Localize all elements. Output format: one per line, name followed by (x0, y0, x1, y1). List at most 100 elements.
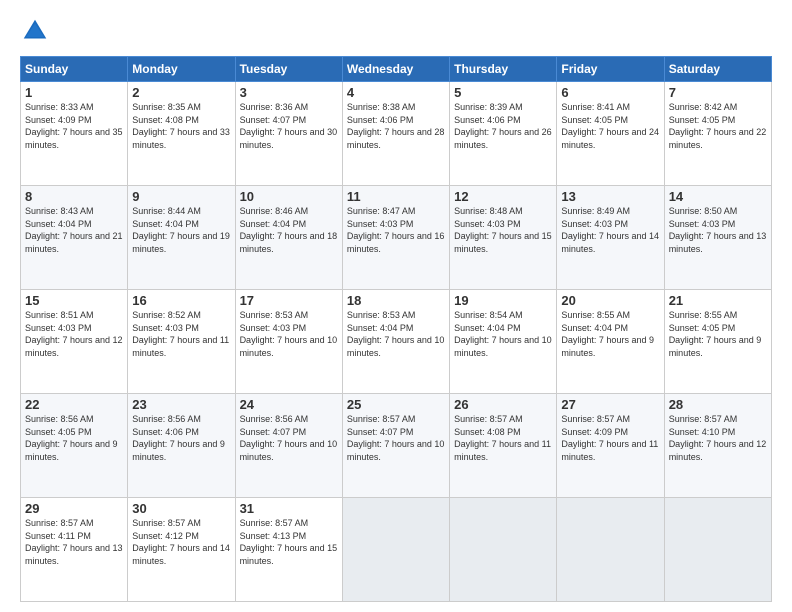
calendar-cell: 4 Sunrise: 8:38 AM Sunset: 4:06 PM Dayli… (342, 82, 449, 186)
calendar-week-3: 15 Sunrise: 8:51 AM Sunset: 4:03 PM Dayl… (21, 290, 772, 394)
day-number: 26 (454, 397, 552, 412)
weekday-header-sunday: Sunday (21, 57, 128, 82)
calendar-cell: 18 Sunrise: 8:53 AM Sunset: 4:04 PM Dayl… (342, 290, 449, 394)
calendar-cell: 9 Sunrise: 8:44 AM Sunset: 4:04 PM Dayli… (128, 186, 235, 290)
day-number: 25 (347, 397, 445, 412)
day-number: 11 (347, 189, 445, 204)
day-info: Sunrise: 8:46 AM Sunset: 4:04 PM Dayligh… (240, 205, 338, 255)
day-number: 24 (240, 397, 338, 412)
day-number: 29 (25, 501, 123, 516)
day-number: 12 (454, 189, 552, 204)
calendar-cell: 3 Sunrise: 8:36 AM Sunset: 4:07 PM Dayli… (235, 82, 342, 186)
calendar-cell: 16 Sunrise: 8:52 AM Sunset: 4:03 PM Dayl… (128, 290, 235, 394)
day-info: Sunrise: 8:56 AM Sunset: 4:05 PM Dayligh… (25, 413, 123, 463)
day-info: Sunrise: 8:55 AM Sunset: 4:04 PM Dayligh… (561, 309, 659, 359)
day-number: 1 (25, 85, 123, 100)
calendar-cell: 30 Sunrise: 8:57 AM Sunset: 4:12 PM Dayl… (128, 498, 235, 602)
day-number: 7 (669, 85, 767, 100)
day-number: 2 (132, 85, 230, 100)
calendar-cell: 17 Sunrise: 8:53 AM Sunset: 4:03 PM Dayl… (235, 290, 342, 394)
day-info: Sunrise: 8:39 AM Sunset: 4:06 PM Dayligh… (454, 101, 552, 151)
day-info: Sunrise: 8:41 AM Sunset: 4:05 PM Dayligh… (561, 101, 659, 151)
logo (20, 16, 54, 46)
day-info: Sunrise: 8:55 AM Sunset: 4:05 PM Dayligh… (669, 309, 767, 359)
day-info: Sunrise: 8:49 AM Sunset: 4:03 PM Dayligh… (561, 205, 659, 255)
day-number: 20 (561, 293, 659, 308)
day-number: 8 (25, 189, 123, 204)
day-info: Sunrise: 8:47 AM Sunset: 4:03 PM Dayligh… (347, 205, 445, 255)
day-info: Sunrise: 8:42 AM Sunset: 4:05 PM Dayligh… (669, 101, 767, 151)
day-info: Sunrise: 8:57 AM Sunset: 4:11 PM Dayligh… (25, 517, 123, 567)
calendar-cell: 5 Sunrise: 8:39 AM Sunset: 4:06 PM Dayli… (450, 82, 557, 186)
day-info: Sunrise: 8:57 AM Sunset: 4:07 PM Dayligh… (347, 413, 445, 463)
day-info: Sunrise: 8:50 AM Sunset: 4:03 PM Dayligh… (669, 205, 767, 255)
calendar-cell: 28 Sunrise: 8:57 AM Sunset: 4:10 PM Dayl… (664, 394, 771, 498)
day-info: Sunrise: 8:35 AM Sunset: 4:08 PM Dayligh… (132, 101, 230, 151)
calendar-week-2: 8 Sunrise: 8:43 AM Sunset: 4:04 PM Dayli… (21, 186, 772, 290)
day-info: Sunrise: 8:57 AM Sunset: 4:13 PM Dayligh… (240, 517, 338, 567)
calendar-cell (664, 498, 771, 602)
day-number: 3 (240, 85, 338, 100)
day-number: 14 (669, 189, 767, 204)
calendar-cell: 6 Sunrise: 8:41 AM Sunset: 4:05 PM Dayli… (557, 82, 664, 186)
calendar-week-4: 22 Sunrise: 8:56 AM Sunset: 4:05 PM Dayl… (21, 394, 772, 498)
day-info: Sunrise: 8:36 AM Sunset: 4:07 PM Dayligh… (240, 101, 338, 151)
calendar-cell: 2 Sunrise: 8:35 AM Sunset: 4:08 PM Dayli… (128, 82, 235, 186)
weekday-header-tuesday: Tuesday (235, 57, 342, 82)
calendar-cell: 31 Sunrise: 8:57 AM Sunset: 4:13 PM Dayl… (235, 498, 342, 602)
day-number: 31 (240, 501, 338, 516)
day-info: Sunrise: 8:33 AM Sunset: 4:09 PM Dayligh… (25, 101, 123, 151)
calendar-cell: 19 Sunrise: 8:54 AM Sunset: 4:04 PM Dayl… (450, 290, 557, 394)
calendar-cell: 1 Sunrise: 8:33 AM Sunset: 4:09 PM Dayli… (21, 82, 128, 186)
calendar-cell: 10 Sunrise: 8:46 AM Sunset: 4:04 PM Dayl… (235, 186, 342, 290)
day-number: 18 (347, 293, 445, 308)
calendar-cell (342, 498, 449, 602)
day-number: 21 (669, 293, 767, 308)
day-info: Sunrise: 8:53 AM Sunset: 4:03 PM Dayligh… (240, 309, 338, 359)
day-info: Sunrise: 8:44 AM Sunset: 4:04 PM Dayligh… (132, 205, 230, 255)
page: SundayMondayTuesdayWednesdayThursdayFrid… (0, 0, 792, 612)
calendar-cell: 22 Sunrise: 8:56 AM Sunset: 4:05 PM Dayl… (21, 394, 128, 498)
day-info: Sunrise: 8:57 AM Sunset: 4:09 PM Dayligh… (561, 413, 659, 463)
day-number: 13 (561, 189, 659, 204)
calendar-week-5: 29 Sunrise: 8:57 AM Sunset: 4:11 PM Dayl… (21, 498, 772, 602)
day-info: Sunrise: 8:52 AM Sunset: 4:03 PM Dayligh… (132, 309, 230, 359)
weekday-header-friday: Friday (557, 57, 664, 82)
day-info: Sunrise: 8:43 AM Sunset: 4:04 PM Dayligh… (25, 205, 123, 255)
day-number: 9 (132, 189, 230, 204)
logo-icon (20, 16, 50, 46)
calendar-cell: 25 Sunrise: 8:57 AM Sunset: 4:07 PM Dayl… (342, 394, 449, 498)
day-number: 19 (454, 293, 552, 308)
day-info: Sunrise: 8:48 AM Sunset: 4:03 PM Dayligh… (454, 205, 552, 255)
day-info: Sunrise: 8:57 AM Sunset: 4:08 PM Dayligh… (454, 413, 552, 463)
weekday-header-saturday: Saturday (664, 57, 771, 82)
day-number: 23 (132, 397, 230, 412)
calendar-cell: 26 Sunrise: 8:57 AM Sunset: 4:08 PM Dayl… (450, 394, 557, 498)
day-number: 30 (132, 501, 230, 516)
day-number: 27 (561, 397, 659, 412)
day-info: Sunrise: 8:51 AM Sunset: 4:03 PM Dayligh… (25, 309, 123, 359)
weekday-header-wednesday: Wednesday (342, 57, 449, 82)
day-number: 10 (240, 189, 338, 204)
calendar-week-1: 1 Sunrise: 8:33 AM Sunset: 4:09 PM Dayli… (21, 82, 772, 186)
calendar-cell: 8 Sunrise: 8:43 AM Sunset: 4:04 PM Dayli… (21, 186, 128, 290)
weekday-header-monday: Monday (128, 57, 235, 82)
day-number: 17 (240, 293, 338, 308)
calendar-cell: 15 Sunrise: 8:51 AM Sunset: 4:03 PM Dayl… (21, 290, 128, 394)
calendar-cell: 23 Sunrise: 8:56 AM Sunset: 4:06 PM Dayl… (128, 394, 235, 498)
calendar-cell: 27 Sunrise: 8:57 AM Sunset: 4:09 PM Dayl… (557, 394, 664, 498)
calendar-cell: 20 Sunrise: 8:55 AM Sunset: 4:04 PM Dayl… (557, 290, 664, 394)
calendar-cell: 24 Sunrise: 8:56 AM Sunset: 4:07 PM Dayl… (235, 394, 342, 498)
calendar-cell: 13 Sunrise: 8:49 AM Sunset: 4:03 PM Dayl… (557, 186, 664, 290)
day-info: Sunrise: 8:56 AM Sunset: 4:07 PM Dayligh… (240, 413, 338, 463)
day-number: 22 (25, 397, 123, 412)
day-info: Sunrise: 8:38 AM Sunset: 4:06 PM Dayligh… (347, 101, 445, 151)
calendar-cell: 21 Sunrise: 8:55 AM Sunset: 4:05 PM Dayl… (664, 290, 771, 394)
day-number: 15 (25, 293, 123, 308)
day-number: 16 (132, 293, 230, 308)
day-number: 28 (669, 397, 767, 412)
calendar: SundayMondayTuesdayWednesdayThursdayFrid… (20, 56, 772, 602)
calendar-cell (450, 498, 557, 602)
calendar-cell: 12 Sunrise: 8:48 AM Sunset: 4:03 PM Dayl… (450, 186, 557, 290)
calendar-cell (557, 498, 664, 602)
